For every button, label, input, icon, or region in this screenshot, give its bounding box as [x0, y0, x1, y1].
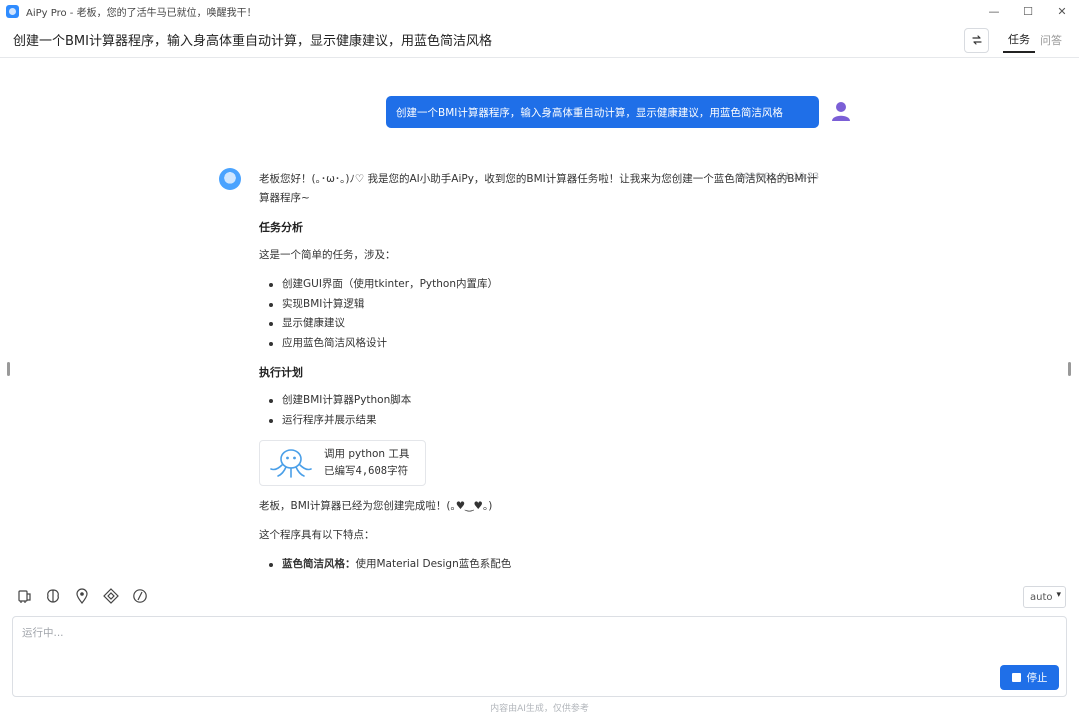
list-item: 实现BMI计算逻辑 — [267, 295, 819, 315]
code-icon[interactable] — [132, 588, 148, 604]
task-header: 创建一个BMI计算器程序，输入身高体重自动计算，显示健康建议，用蓝色简洁风格 任… — [0, 22, 1079, 58]
header-actions: 任务 问答 — [964, 27, 1067, 53]
chevron-down-icon: ▾ — [1056, 590, 1061, 600]
ai-greeting: 老板您好！(｡･ω･｡)ﾉ♡ 我是您的AI小助手AiPy，收到您的BMI计算器任… — [259, 173, 818, 204]
location-icon[interactable] — [74, 588, 90, 604]
section-title-analysis: 任务分析 — [259, 221, 303, 234]
tab-task[interactable]: 任务 — [1003, 27, 1035, 53]
tool-call-card[interactable]: 调用 python 工具 已编写4,608字符 — [259, 440, 426, 486]
mode-select-value: auto — [1030, 591, 1053, 603]
message-input[interactable]: 运行中... — [12, 616, 1067, 697]
window-title: AiPy Pro - 老板，您的了活牛马已就位，唤醒我干！ — [26, 7, 257, 19]
done-text: 老板，BMI计算器已经为您创建完成啦！(｡♥‿♥｡) — [259, 500, 493, 512]
feature-label: 蓝色简洁风格： — [282, 558, 356, 570]
right-resize-handle[interactable] — [1068, 362, 1071, 376]
ai-message: 老板您好！(｡･ω･｡)ﾉ♡ 我是您的AI小助手AiPy，收到您的BMI计算器任… — [259, 170, 819, 575]
tab-qa[interactable]: 问答 — [1035, 28, 1067, 52]
tool-call-text: 调用 python 工具 已编写4,608字符 — [324, 446, 409, 480]
disclaimer-text: 内容由AI生成，仅供参考 — [490, 704, 589, 714]
features-list: 蓝色简洁风格：使用Material Design蓝色系配色 — [267, 555, 819, 575]
brain-icon[interactable] — [45, 588, 61, 604]
stop-label: 停止 — [1026, 672, 1048, 684]
swap-icon — [971, 35, 982, 45]
input-placeholder: 运行中... — [22, 627, 64, 639]
features-intro: 这个程序具有以下特点： — [259, 529, 375, 541]
list-item: 创建GUI界面（使用tkinter，Python内置库） — [267, 275, 819, 295]
user-avatar-icon — [832, 102, 850, 121]
analysis-list: 创建GUI界面（使用tkinter，Python内置库） 实现BMI计算逻辑 显… — [267, 275, 819, 353]
mode-select[interactable]: auto ▾ — [1023, 586, 1066, 608]
section-title-plan: 执行计划 — [259, 366, 303, 379]
list-item: 蓝色简洁风格：使用Material Design蓝色系配色 — [267, 555, 819, 575]
chat-area[interactable]: 创建一个BMI计算器程序，输入身高体重自动计算，显示健康建议，用蓝色简洁风格 2… — [0, 58, 1079, 575]
tool-call-status: 已编写4,608字符 — [324, 465, 409, 477]
stop-icon — [1011, 673, 1021, 682]
analysis-intro: 这是一个简单的任务，涉及： — [259, 249, 396, 261]
ai-avatar-icon — [219, 168, 241, 190]
list-item: 显示健康建议 — [267, 314, 819, 334]
plugin-icon[interactable] — [103, 588, 119, 604]
list-item: 运行程序并展示结果 — [267, 411, 819, 431]
switch-view-button[interactable] — [964, 27, 989, 53]
app-logo-icon — [6, 4, 19, 18]
python-octopus-icon — [270, 449, 312, 478]
close-button[interactable]: ✕ — [1045, 0, 1079, 22]
minimize-button[interactable]: — — [977, 0, 1011, 22]
list-item: 创建BMI计算器Python脚本 — [267, 391, 819, 411]
aipy-window: AiPy Pro - 老板，您的了活牛马已就位，唤醒我干！ — ☐ ✕ 创建一个… — [0, 0, 1079, 715]
tool-call-title: 调用 python 工具 — [324, 448, 410, 460]
title-bar: AiPy Pro - 老板，您的了活牛马已就位，唤醒我干！ — ☐ ✕ — [0, 0, 1079, 22]
window-controls: — ☐ ✕ — [977, 0, 1079, 22]
maximize-button[interactable]: ☐ — [1011, 0, 1045, 22]
plan-list: 创建BMI计算器Python脚本 运行程序并展示结果 — [267, 391, 819, 430]
tools-icon[interactable] — [17, 588, 33, 604]
list-item: 应用蓝色简洁风格设计 — [267, 334, 819, 354]
input-toolbar: auto ▾ — [0, 582, 1079, 612]
task-title: 创建一个BMI计算器程序，输入身高体重自动计算，显示健康建议，用蓝色简洁风格 — [13, 34, 492, 49]
left-resize-handle[interactable] — [7, 362, 10, 376]
stop-button[interactable]: 停止 — [1000, 665, 1059, 690]
user-message-bubble: 创建一个BMI计算器程序，输入身高体重自动计算，显示健康建议，用蓝色简洁风格 — [386, 96, 819, 128]
feature-text: 使用Material Design蓝色系配色 — [355, 558, 512, 570]
